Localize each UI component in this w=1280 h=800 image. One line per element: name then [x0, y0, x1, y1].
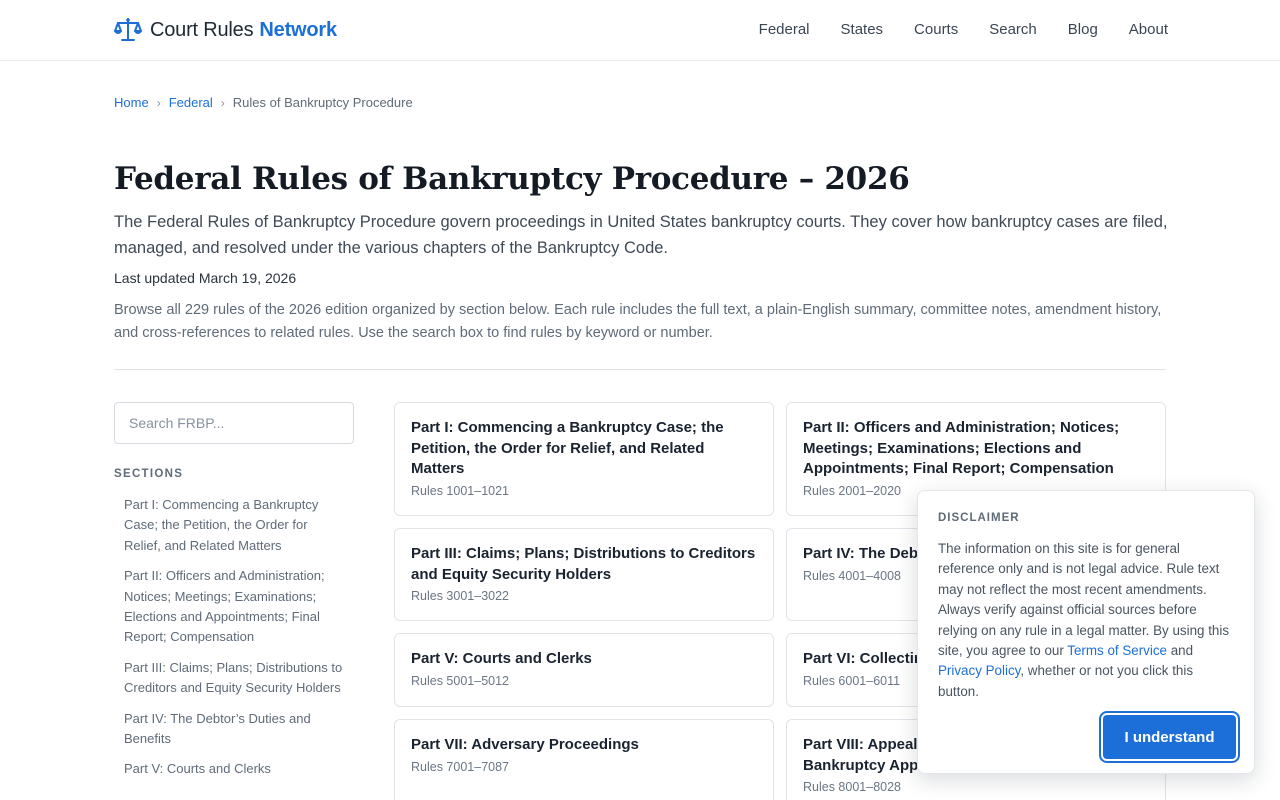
card-part-iii[interactable]: Part III: Claims; Plans; Distributions t…	[394, 528, 774, 621]
card-rule-range: Rules 7001–7087	[411, 759, 509, 774]
brand-name: Court Rules Network	[150, 19, 337, 42]
section-nav: Part I: Commencing a Bankruptcy Case; th…	[124, 495, 344, 790]
nav-states[interactable]: States	[841, 20, 884, 40]
disclaimer-body: The information on this site is for gene…	[938, 539, 1234, 702]
card-title: Part II: Officers and Administration; No…	[803, 419, 1120, 477]
disclaimer-heading: DISCLAIMER	[938, 512, 1020, 524]
last-updated: Last updated March 19, 2026	[114, 270, 297, 286]
card-rule-range: Rules 5001–5012	[411, 673, 509, 688]
section-divider	[114, 369, 1166, 370]
nav-courts[interactable]: Courts	[914, 20, 958, 40]
breadcrumb-current: Rules of Bankruptcy Procedure	[232, 95, 413, 110]
privacy-policy-link[interactable]: Privacy Policy	[938, 663, 1020, 678]
nav-federal[interactable]: Federal	[759, 20, 810, 40]
sidebar-item-part-v[interactable]: Part V: Courts and Clerks	[124, 759, 344, 779]
sidebar-item-part-ii[interactable]: Part II: Officers and Administration; No…	[124, 566, 344, 648]
breadcrumb: Home › Federal › Rules of Bankruptcy Pro…	[114, 95, 413, 110]
disclaimer-text: and	[1167, 643, 1194, 659]
page-lede: The Federal Rules of Bankruptcy Procedur…	[114, 213, 1168, 257]
card-part-v[interactable]: Part V: Courts and Clerks Rules 5001–501…	[394, 633, 774, 707]
search-input[interactable]	[114, 402, 354, 444]
brand-logo-link[interactable]: Court Rules Network	[114, 17, 337, 43]
brand-name-accent: Network	[259, 18, 337, 41]
nav-blog[interactable]: Blog	[1068, 20, 1098, 40]
card-part-i[interactable]: Part I: Commencing a Bankruptcy Case; th…	[394, 402, 774, 516]
card-rule-range: Rules 1001–1021	[411, 483, 509, 498]
card-part-vii[interactable]: Part VII: Adversary Proceedings Rules 70…	[394, 719, 774, 800]
nav-about[interactable]: About	[1129, 20, 1168, 40]
brand-name-primary: Court Rules	[150, 18, 254, 41]
site-header: Court Rules Network Federal States Courts…	[0, 0, 1280, 61]
breadcrumb-separator: ›	[156, 95, 161, 110]
main-nav: Federal States Courts Search Blog About	[728, 20, 1168, 40]
terms-of-service-link[interactable]: Terms of Service	[1067, 643, 1167, 658]
sidebar-item-part-i[interactable]: Part I: Commencing a Bankruptcy Case; th…	[124, 495, 344, 556]
card-title: Part III: Claims; Plans; Distributions t…	[411, 545, 756, 583]
sections-heading: SECTIONS	[114, 468, 184, 480]
page-title: Federal Rules of Bankruptcy Procedure – …	[114, 161, 910, 197]
scales-of-justice-icon	[114, 18, 142, 41]
card-title: Part VIII: Appeal Bankruptcy App	[803, 736, 919, 774]
card-rule-range: Rules 8001–8028	[803, 780, 901, 794]
nav-search[interactable]: Search	[989, 20, 1037, 40]
breadcrumb-separator: ›	[220, 95, 225, 110]
sidebar-item-part-iii[interactable]: Part III: Claims; Plans; Distributions t…	[124, 658, 344, 699]
i-understand-button[interactable]: I understand	[1101, 713, 1238, 761]
card-title: Part V: Courts and Clerks	[411, 650, 592, 667]
breadcrumb-federal[interactable]: Federal	[169, 95, 213, 110]
disclaimer-text: The information on this site is for gene…	[938, 541, 1230, 659]
card-title: Part I: Commencing a Bankruptcy Case; th…	[411, 419, 724, 477]
page-intro: Browse all 229 rules of the 2026 edition…	[114, 302, 1162, 341]
sidebar-item-part-iv[interactable]: Part IV: The Debtor’s Duties and Benefit…	[124, 709, 344, 750]
disclaimer-popup: DISCLAIMER The information on this site …	[917, 490, 1255, 774]
card-title: Part VII: Adversary Proceedings	[411, 736, 639, 753]
breadcrumb-home[interactable]: Home	[114, 95, 149, 110]
card-rule-range: Rules 3001–3022	[411, 589, 509, 603]
